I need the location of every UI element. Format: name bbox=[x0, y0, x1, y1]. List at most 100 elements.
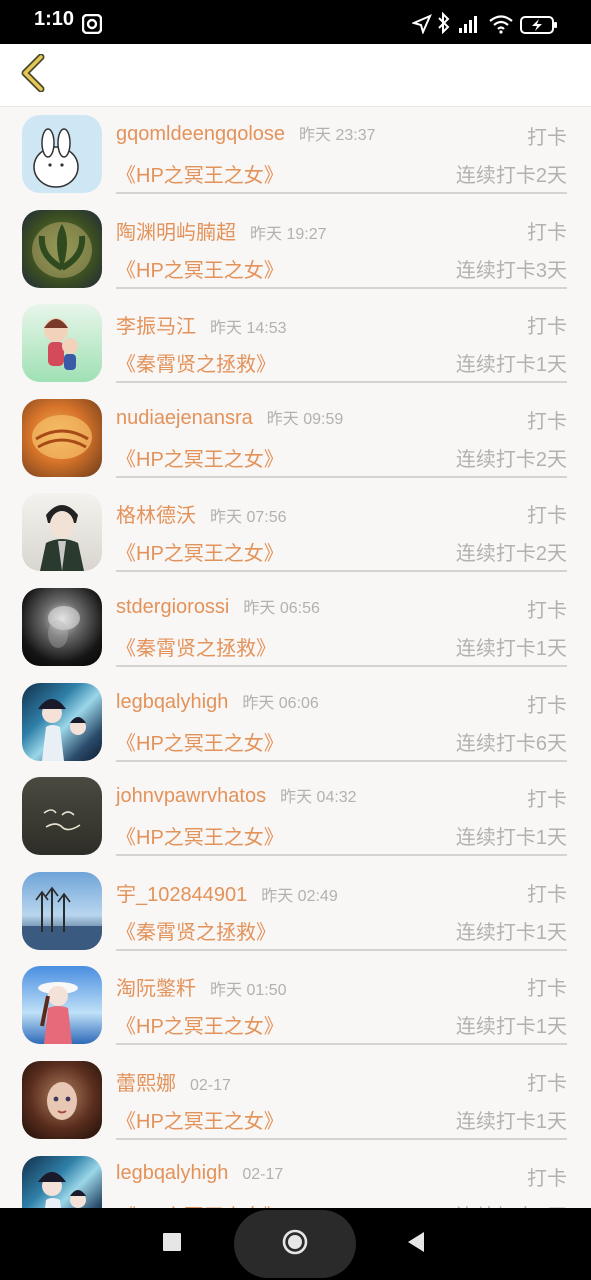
checkin-list[interactable]: gqomldeengqolose 昨天 23:37 打卡 《HP之冥王之女》 连续… bbox=[0, 107, 591, 1208]
system-back-button[interactable] bbox=[396, 1224, 436, 1264]
user-name[interactable]: stdergiorossi 昨天 06:56 bbox=[116, 594, 320, 619]
book-title[interactable]: 《HP之冥王之女》 bbox=[116, 1010, 284, 1039]
row-divider bbox=[116, 759, 567, 762]
user-name[interactable]: 李振马江 昨天 14:53 bbox=[116, 310, 287, 339]
checkin-row[interactable]: 蕾熙娜 02-17 打卡 《HP之冥王之女》 连续打卡1天 bbox=[0, 1053, 591, 1148]
checkin-time: 昨天 14:53 bbox=[210, 320, 287, 338]
streak-count: 连续打卡5天 bbox=[456, 1200, 567, 1208]
book-title[interactable]: 《秦霄贤之拯救》 bbox=[116, 916, 276, 945]
checkin-time: 昨天 09:59 bbox=[266, 410, 344, 428]
back-button[interactable] bbox=[10, 52, 56, 98]
checkin-time: 02-17 bbox=[242, 1165, 284, 1183]
checkin-time: 昨天 23:37 bbox=[299, 127, 376, 144]
user-name[interactable]: johnvpawrvhatos 昨天 04:32 bbox=[116, 783, 357, 808]
book-title[interactable]: 《秦霄贤之拯救》 bbox=[116, 632, 276, 661]
signal-icon bbox=[458, 14, 482, 38]
book-title[interactable]: 《HP之冥王之女》 bbox=[116, 254, 284, 283]
book-title[interactable]: 《HP之冥王之女》 bbox=[116, 1105, 284, 1134]
app-bar bbox=[0, 44, 591, 107]
checkin-action-label: 打卡 bbox=[527, 1167, 567, 1190]
streak-count: 连续打卡1天 bbox=[455, 827, 567, 850]
checkin-row[interactable]: 李振马江 昨天 14:53 打卡 《秦霄贤之拯救》 连续打卡1天 bbox=[0, 296, 591, 391]
row-divider bbox=[116, 664, 567, 667]
row-divider bbox=[116, 192, 567, 194]
user-name[interactable]: 格林德沃 昨天 07:56 bbox=[116, 499, 287, 528]
user-name[interactable]: legbqalyhigh 02-17 bbox=[116, 1162, 283, 1185]
book-title[interactable]: 《秦霄贤之拯救》 bbox=[116, 348, 276, 377]
checkin-action-label: 打卡 bbox=[527, 221, 567, 244]
streak-count: 连续打卡1天 bbox=[455, 637, 567, 660]
checkin-action-label: 打卡 bbox=[527, 410, 567, 433]
status-bar: 1:10 bbox=[0, 0, 591, 44]
avatar[interactable] bbox=[22, 115, 102, 193]
checkin-action-label: 打卡 bbox=[527, 599, 567, 622]
row-divider bbox=[116, 381, 567, 384]
user-name[interactable]: 宇_102844901 昨天 02:49 bbox=[116, 878, 338, 907]
row-divider bbox=[116, 1043, 567, 1046]
app-notification-icon bbox=[81, 13, 103, 38]
wifi-icon bbox=[488, 14, 514, 38]
checkin-row[interactable]: stdergiorossi 昨天 06:56 打卡 《秦霄贤之拯救》 连续打卡1天 bbox=[0, 580, 591, 675]
checkin-time: 02-17 bbox=[190, 1076, 231, 1094]
checkin-action-label: 打卡 bbox=[527, 883, 567, 906]
checkin-action-label: 打卡 bbox=[527, 694, 567, 717]
streak-count: 连续打卡2天 bbox=[455, 543, 567, 566]
avatar[interactable] bbox=[22, 682, 102, 761]
checkin-row[interactable]: gqomldeengqolose 昨天 23:37 打卡 《HP之冥王之女》 连续… bbox=[0, 107, 591, 202]
book-title[interactable]: 《HP之冥王之女》 bbox=[116, 1200, 284, 1208]
user-name[interactable]: legbqalyhigh 昨天 06:06 bbox=[116, 689, 319, 714]
avatar[interactable] bbox=[22, 398, 102, 477]
checkin-time: 昨天 02:49 bbox=[261, 887, 338, 905]
user-name[interactable]: gqomldeengqolose 昨天 23:37 bbox=[116, 121, 376, 146]
checkin-row[interactable]: nudiaejenansra 昨天 09:59 打卡 《HP之冥王之女》 连续打卡… bbox=[0, 391, 591, 486]
book-title[interactable]: 《HP之冥王之女》 bbox=[116, 727, 284, 756]
home-button[interactable] bbox=[275, 1224, 315, 1264]
book-title[interactable]: 《HP之冥王之女》 bbox=[116, 537, 284, 566]
book-title[interactable]: 《HP之冥王之女》 bbox=[116, 159, 284, 188]
avatar[interactable] bbox=[22, 777, 102, 856]
checkin-action-label: 打卡 bbox=[527, 978, 567, 1001]
checkin-action-label: 打卡 bbox=[527, 1072, 567, 1095]
recents-button[interactable] bbox=[152, 1224, 192, 1264]
row-divider bbox=[116, 475, 567, 478]
user-name[interactable]: 陶渊明屿腩超 昨天 19:27 bbox=[116, 216, 327, 245]
recents-square-icon bbox=[163, 1233, 181, 1255]
avatar[interactable] bbox=[22, 1060, 102, 1139]
avatar[interactable] bbox=[22, 209, 102, 288]
checkin-row[interactable]: johnvpawrvhatos 昨天 04:32 打卡 《HP之冥王之女》 连续打… bbox=[0, 769, 591, 864]
avatar[interactable] bbox=[22, 966, 102, 1045]
avatar[interactable] bbox=[22, 587, 102, 666]
avatar[interactable] bbox=[22, 1155, 102, 1208]
checkin-row[interactable]: legbqalyhigh 昨天 06:06 打卡 《HP之冥王之女》 连续打卡6天 bbox=[0, 675, 591, 770]
streak-count: 连续打卡1天 bbox=[455, 1110, 567, 1133]
checkin-time: 昨天 19:27 bbox=[250, 225, 327, 243]
chevron-left-icon bbox=[20, 53, 46, 96]
avatar[interactable] bbox=[22, 304, 102, 383]
checkin-time: 昨天 07:56 bbox=[210, 509, 287, 527]
checkin-row[interactable]: 格林德沃 昨天 07:56 打卡 《HP之冥王之女》 连续打卡2天 bbox=[0, 485, 591, 580]
checkin-row[interactable]: 淘阮鐅粁 昨天 01:50 打卡 《HP之冥王之女》 连续打卡1天 bbox=[0, 958, 591, 1053]
home-circle-icon bbox=[281, 1228, 309, 1260]
streak-count: 连续打卡1天 bbox=[455, 1016, 567, 1039]
bluetooth-icon bbox=[436, 11, 452, 38]
streak-count: 连续打卡6天 bbox=[455, 732, 567, 755]
row-divider bbox=[116, 854, 567, 857]
user-name[interactable]: 蕾熙娜 02-17 bbox=[116, 1067, 231, 1096]
streak-count: 连续打卡2天 bbox=[455, 165, 567, 187]
checkin-row[interactable]: legbqalyhigh02-17 打卡 《HP之冥王之女》 连续打卡5天 bbox=[0, 1148, 591, 1208]
user-name[interactable]: 淘阮鐅粁 昨天 01:50 bbox=[116, 972, 287, 1001]
book-title[interactable]: 《HP之冥王之女》 bbox=[116, 443, 284, 472]
checkin-action-label: 打卡 bbox=[527, 789, 567, 812]
checkin-row[interactable]: 陶渊明屿腩超 昨天 19:27 打卡 《HP之冥王之女》 连续打卡3天 bbox=[0, 202, 591, 297]
streak-count: 连续打卡1天 bbox=[455, 354, 567, 377]
book-title[interactable]: 《HP之冥王之女》 bbox=[116, 821, 284, 850]
checkin-action-label: 打卡 bbox=[527, 316, 567, 339]
navigation-bar bbox=[0, 1208, 591, 1280]
avatar[interactable] bbox=[22, 493, 102, 572]
checkin-time: 昨天 01:50 bbox=[210, 982, 287, 1000]
checkin-action-label: 打卡 bbox=[527, 505, 567, 528]
user-name[interactable]: nudiaejenansra 昨天 09:59 bbox=[116, 405, 343, 430]
avatar[interactable] bbox=[22, 871, 102, 950]
checkin-row[interactable]: 宇_102844901 昨天 02:49 打卡 《秦霄贤之拯救》 连续打卡1天 bbox=[0, 864, 591, 959]
checkin-time: 昨天 06:56 bbox=[243, 599, 320, 617]
